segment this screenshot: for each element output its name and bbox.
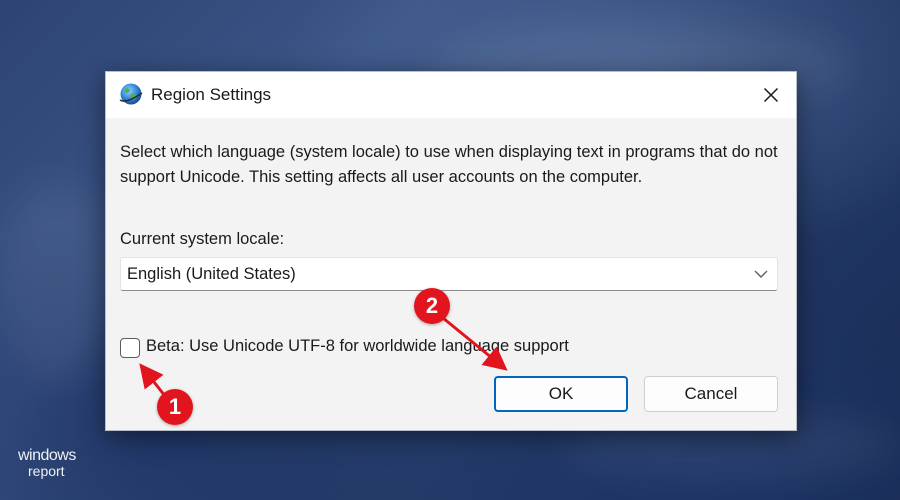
title-bar: Region Settings [106, 72, 796, 118]
annotation-badge-2: 2 [414, 288, 450, 324]
chevron-down-icon [754, 270, 768, 278]
system-locale-dropdown[interactable]: English (United States) [120, 257, 778, 291]
beta-utf8-checkbox[interactable] [120, 338, 140, 358]
region-settings-dialog: Region Settings Select which language (s… [105, 71, 797, 431]
windows-report-logo: windows report [18, 447, 98, 479]
locale-label: Current system locale: [120, 230, 285, 248]
watermark-line2: report [28, 463, 65, 479]
globe-icon [119, 83, 143, 105]
close-icon [763, 87, 779, 103]
beta-utf8-label[interactable]: Beta: Use Unicode UTF-8 for worldwide la… [146, 337, 569, 356]
close-button[interactable] [746, 72, 796, 118]
ok-button[interactable]: OK [494, 376, 628, 412]
cancel-button[interactable]: Cancel [644, 376, 778, 412]
background-fold [0, 180, 110, 380]
watermark-line1: windows [18, 447, 76, 464]
dialog-title: Region Settings [151, 85, 272, 104]
annotation-badge-1: 1 [157, 389, 193, 425]
description-text: Select which language (system locale) to… [120, 143, 778, 186]
locale-value: English (United States) [127, 265, 296, 283]
